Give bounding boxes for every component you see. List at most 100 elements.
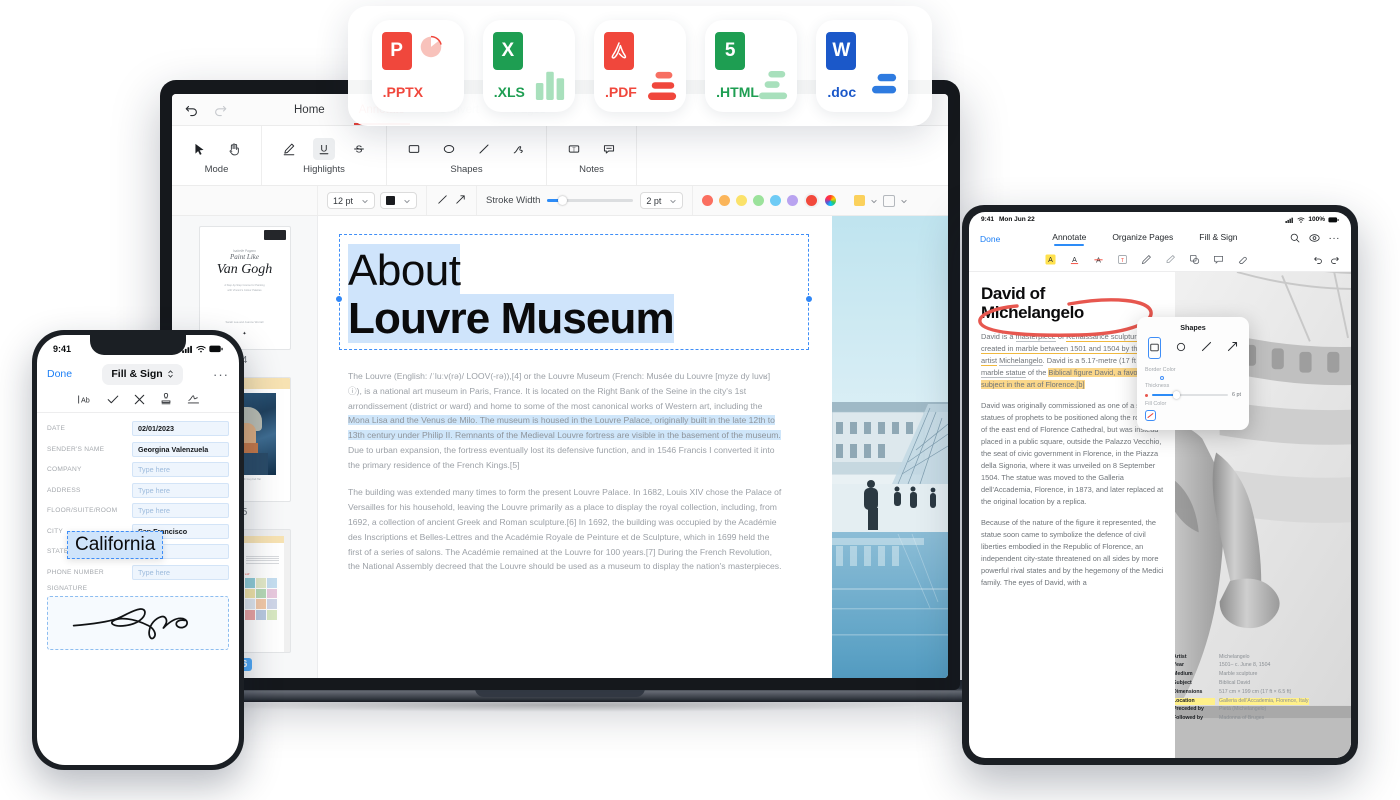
text-box-icon[interactable]: T	[563, 138, 585, 160]
undo-icon[interactable]	[1313, 252, 1323, 270]
mode-selector[interactable]: Fill & Sign	[102, 364, 182, 385]
border-color-picker-icon[interactable]	[1238, 376, 1241, 380]
fill-color-orange[interactable]	[1182, 410, 1185, 421]
line-icon[interactable]	[436, 193, 449, 209]
phone-number-field[interactable]: Type here	[132, 565, 229, 580]
infobox-key: Preceded by	[1175, 706, 1215, 713]
redo-icon[interactable]	[1330, 252, 1340, 270]
text-box-icon[interactable]: T	[1117, 252, 1128, 270]
stamp-icon[interactable]	[160, 392, 172, 410]
stroke-width-select[interactable]: 2 pt	[640, 192, 683, 209]
selection-handle-right[interactable]	[805, 295, 813, 303]
link-marble-statue[interactable]: marble statue	[981, 368, 1026, 378]
fill-color-purple[interactable]	[1224, 410, 1227, 421]
fill-color-red[interactable]	[1167, 410, 1170, 421]
hand-icon[interactable]	[223, 138, 245, 160]
border-color-orange[interactable]	[1177, 376, 1180, 380]
date-field[interactable]: 02/01/2023	[132, 421, 229, 436]
checkmark-icon[interactable]	[107, 392, 119, 410]
swatch-selected[interactable]	[804, 193, 819, 208]
california-text-annotation[interactable]: California	[67, 531, 163, 559]
cursor-icon[interactable]	[188, 138, 210, 160]
thickness-slider[interactable]	[1152, 394, 1228, 396]
arrow-icon[interactable]	[454, 193, 467, 209]
ellipse-icon[interactable]	[1176, 339, 1186, 357]
swatch-green[interactable]	[753, 195, 764, 206]
signature-box[interactable]	[47, 596, 229, 650]
file-tile-pptx[interactable]: P .PPTX	[372, 20, 464, 112]
underline-icon[interactable]: A	[1069, 252, 1080, 270]
shapes-popover-title: Shapes	[1145, 323, 1241, 332]
ellipse-icon[interactable]	[438, 138, 460, 160]
fill-color-blue[interactable]	[1210, 410, 1213, 421]
link-michelangelo[interactable]: Michelangelo	[999, 356, 1043, 366]
border-color-black[interactable]	[1145, 376, 1148, 380]
selection-handle-left[interactable]	[335, 295, 343, 303]
rectangle-icon[interactable]	[1148, 337, 1161, 359]
more-icon[interactable]: ···	[1329, 233, 1341, 244]
file-tile-xls[interactable]: X .XLS	[483, 20, 575, 112]
swatch-red[interactable]	[702, 195, 713, 206]
link-masterpiece[interactable]: masterpiece	[1016, 332, 1056, 342]
tab-annotate[interactable]: Annotate	[1052, 232, 1086, 245]
view-icon[interactable]	[1309, 230, 1320, 248]
underline-icon[interactable]: U	[313, 138, 335, 160]
freehand-icon[interactable]	[508, 138, 530, 160]
stroke-color-select[interactable]	[380, 192, 417, 209]
swatch-purple[interactable]	[787, 195, 798, 206]
cross-icon[interactable]	[134, 392, 145, 410]
floor-field[interactable]: Type here	[132, 503, 229, 518]
rectangle-icon[interactable]	[403, 138, 425, 160]
border-color-swatch[interactable]	[883, 195, 895, 207]
file-tile-pdf[interactable]: .PDF	[594, 20, 686, 112]
font-size-select[interactable]: 12 pt	[327, 192, 375, 209]
color-picker-icon[interactable]	[825, 195, 836, 206]
more-icon[interactable]: ···	[213, 367, 229, 382]
done-button[interactable]: Done	[980, 234, 1000, 244]
fill-color-green[interactable]	[1196, 410, 1199, 421]
comment-icon[interactable]	[1213, 252, 1224, 270]
stroke-width-slider[interactable]	[547, 199, 633, 202]
signature-icon[interactable]	[187, 392, 200, 410]
eraser-icon[interactable]	[1237, 252, 1248, 270]
border-color-blue[interactable]	[1208, 376, 1211, 380]
lines-icon	[648, 68, 678, 102]
swatch-blue[interactable]	[770, 195, 781, 206]
done-button[interactable]: Done	[47, 368, 72, 380]
search-icon[interactable]	[1290, 230, 1300, 248]
ribbon-tab-home[interactable]: Home	[294, 94, 325, 125]
strikethrough-icon[interactable]: A	[1093, 252, 1104, 270]
pen-icon[interactable]	[1141, 252, 1152, 270]
tab-organize-pages[interactable]: Organize Pages	[1112, 232, 1173, 245]
text-highlight-icon[interactable]: A	[1045, 252, 1056, 270]
line-icon[interactable]	[473, 138, 495, 160]
undo-icon[interactable]	[184, 102, 199, 117]
arrow-icon[interactable]	[1227, 339, 1238, 357]
text-field-icon[interactable]: Ab	[77, 392, 92, 410]
shapes-icon[interactable]	[1189, 252, 1200, 270]
redo-icon[interactable]	[213, 102, 228, 117]
border-color-purple[interactable]	[1223, 376, 1226, 380]
line-icon[interactable]	[1201, 339, 1212, 357]
pdf-label: .PDF	[605, 84, 637, 100]
document-title-selection[interactable]: About Louvre Museum	[348, 246, 800, 343]
company-field[interactable]: Type here	[132, 462, 229, 477]
tab-fill-sign[interactable]: Fill & Sign	[1199, 232, 1237, 245]
document-page: About Louvre Museum The Louvre (English:…	[318, 216, 832, 678]
swatch-yellow[interactable]	[736, 195, 747, 206]
sender-name-field[interactable]: Georgina Valenzuela	[132, 442, 229, 457]
fill-color-swatch[interactable]	[854, 195, 865, 206]
address-field[interactable]: Type here	[132, 483, 229, 498]
swatch-orange[interactable]	[719, 195, 730, 206]
file-tile-html[interactable]: 5 .HTML	[705, 20, 797, 112]
highlight-pen-icon[interactable]	[278, 138, 300, 160]
comment-icon[interactable]	[598, 138, 620, 160]
border-color-red-selected[interactable]	[1160, 376, 1164, 380]
highlighter-icon[interactable]	[1165, 252, 1176, 270]
fill-color-none-selected[interactable]	[1145, 410, 1156, 421]
chevron-down-icon	[361, 197, 369, 205]
strikethrough-icon[interactable]: S	[348, 138, 370, 160]
border-color-green[interactable]	[1192, 376, 1195, 380]
file-tile-doc[interactable]: W .doc	[816, 20, 908, 112]
fill-color-picker-icon[interactable]	[1238, 410, 1241, 421]
